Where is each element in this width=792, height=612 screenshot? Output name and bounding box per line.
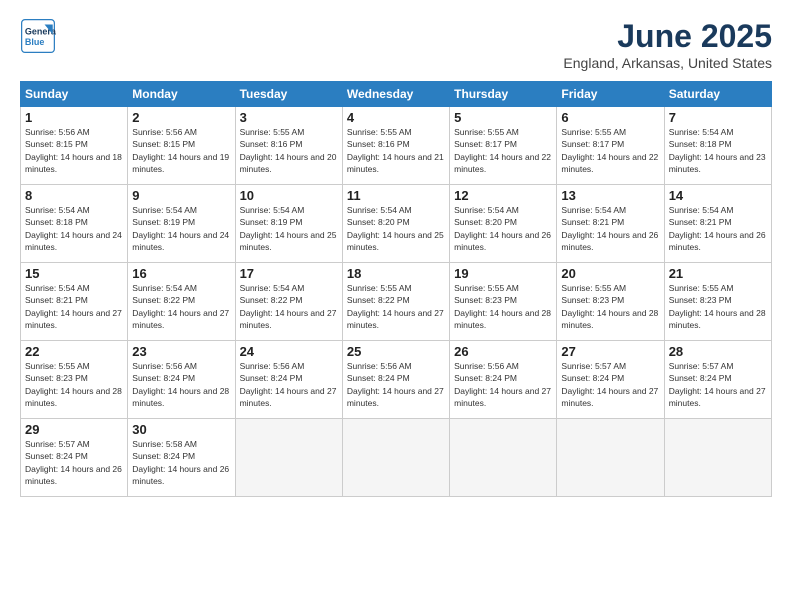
- table-row: 22 Sunrise: 5:55 AM Sunset: 8:23 PM Dayl…: [21, 341, 128, 419]
- table-row: 17 Sunrise: 5:54 AM Sunset: 8:22 PM Dayl…: [235, 263, 342, 341]
- empty-cell: [664, 419, 771, 497]
- col-wednesday: Wednesday: [342, 82, 449, 107]
- table-row: 14 Sunrise: 5:54 AM Sunset: 8:21 PM Dayl…: [664, 185, 771, 263]
- col-thursday: Thursday: [450, 82, 557, 107]
- calendar-table: Sunday Monday Tuesday Wednesday Thursday…: [20, 81, 772, 497]
- table-row: 9 Sunrise: 5:54 AM Sunset: 8:19 PM Dayli…: [128, 185, 235, 263]
- table-row: 4 Sunrise: 5:55 AM Sunset: 8:16 PM Dayli…: [342, 107, 449, 185]
- col-monday: Monday: [128, 82, 235, 107]
- page: General Blue June 2025 England, Arkansas…: [0, 0, 792, 612]
- title-block: June 2025 England, Arkansas, United Stat…: [563, 18, 772, 71]
- table-row: 26 Sunrise: 5:56 AM Sunset: 8:24 PM Dayl…: [450, 341, 557, 419]
- table-row: 25 Sunrise: 5:56 AM Sunset: 8:24 PM Dayl…: [342, 341, 449, 419]
- calendar-week: 15 Sunrise: 5:54 AM Sunset: 8:21 PM Dayl…: [21, 263, 772, 341]
- table-row: 2 Sunrise: 5:56 AM Sunset: 8:15 PM Dayli…: [128, 107, 235, 185]
- logo-icon: General Blue: [20, 18, 56, 54]
- table-row: 16 Sunrise: 5:54 AM Sunset: 8:22 PM Dayl…: [128, 263, 235, 341]
- table-row: 20 Sunrise: 5:55 AM Sunset: 8:23 PM Dayl…: [557, 263, 664, 341]
- empty-cell: [450, 419, 557, 497]
- table-row: 5 Sunrise: 5:55 AM Sunset: 8:17 PM Dayli…: [450, 107, 557, 185]
- table-row: 24 Sunrise: 5:56 AM Sunset: 8:24 PM Dayl…: [235, 341, 342, 419]
- svg-text:Blue: Blue: [25, 37, 45, 47]
- table-row: 27 Sunrise: 5:57 AM Sunset: 8:24 PM Dayl…: [557, 341, 664, 419]
- col-saturday: Saturday: [664, 82, 771, 107]
- table-row: 13 Sunrise: 5:54 AM Sunset: 8:21 PM Dayl…: [557, 185, 664, 263]
- table-row: 1 Sunrise: 5:56 AM Sunset: 8:15 PM Dayli…: [21, 107, 128, 185]
- table-row: 29 Sunrise: 5:57 AM Sunset: 8:24 PM Dayl…: [21, 419, 128, 497]
- table-row: 18 Sunrise: 5:55 AM Sunset: 8:22 PM Dayl…: [342, 263, 449, 341]
- table-row: 12 Sunrise: 5:54 AM Sunset: 8:20 PM Dayl…: [450, 185, 557, 263]
- empty-cell: [342, 419, 449, 497]
- col-tuesday: Tuesday: [235, 82, 342, 107]
- table-row: 10 Sunrise: 5:54 AM Sunset: 8:19 PM Dayl…: [235, 185, 342, 263]
- header: General Blue June 2025 England, Arkansas…: [20, 18, 772, 71]
- table-row: 15 Sunrise: 5:54 AM Sunset: 8:21 PM Dayl…: [21, 263, 128, 341]
- col-sunday: Sunday: [21, 82, 128, 107]
- table-row: 6 Sunrise: 5:55 AM Sunset: 8:17 PM Dayli…: [557, 107, 664, 185]
- logo: General Blue: [20, 18, 60, 54]
- col-friday: Friday: [557, 82, 664, 107]
- calendar-title: June 2025: [563, 18, 772, 55]
- header-row: Sunday Monday Tuesday Wednesday Thursday…: [21, 82, 772, 107]
- table-row: 7 Sunrise: 5:54 AM Sunset: 8:18 PM Dayli…: [664, 107, 771, 185]
- table-row: 19 Sunrise: 5:55 AM Sunset: 8:23 PM Dayl…: [450, 263, 557, 341]
- calendar-subtitle: England, Arkansas, United States: [563, 55, 772, 71]
- table-row: 30 Sunrise: 5:58 AM Sunset: 8:24 PM Dayl…: [128, 419, 235, 497]
- table-row: 21 Sunrise: 5:55 AM Sunset: 8:23 PM Dayl…: [664, 263, 771, 341]
- table-row: 23 Sunrise: 5:56 AM Sunset: 8:24 PM Dayl…: [128, 341, 235, 419]
- calendar-week: 29 Sunrise: 5:57 AM Sunset: 8:24 PM Dayl…: [21, 419, 772, 497]
- empty-cell: [557, 419, 664, 497]
- table-row: 11 Sunrise: 5:54 AM Sunset: 8:20 PM Dayl…: [342, 185, 449, 263]
- calendar-week: 1 Sunrise: 5:56 AM Sunset: 8:15 PM Dayli…: [21, 107, 772, 185]
- empty-cell: [235, 419, 342, 497]
- table-row: 3 Sunrise: 5:55 AM Sunset: 8:16 PM Dayli…: [235, 107, 342, 185]
- table-row: 28 Sunrise: 5:57 AM Sunset: 8:24 PM Dayl…: [664, 341, 771, 419]
- table-row: 8 Sunrise: 5:54 AM Sunset: 8:18 PM Dayli…: [21, 185, 128, 263]
- calendar-week: 8 Sunrise: 5:54 AM Sunset: 8:18 PM Dayli…: [21, 185, 772, 263]
- calendar-week: 22 Sunrise: 5:55 AM Sunset: 8:23 PM Dayl…: [21, 341, 772, 419]
